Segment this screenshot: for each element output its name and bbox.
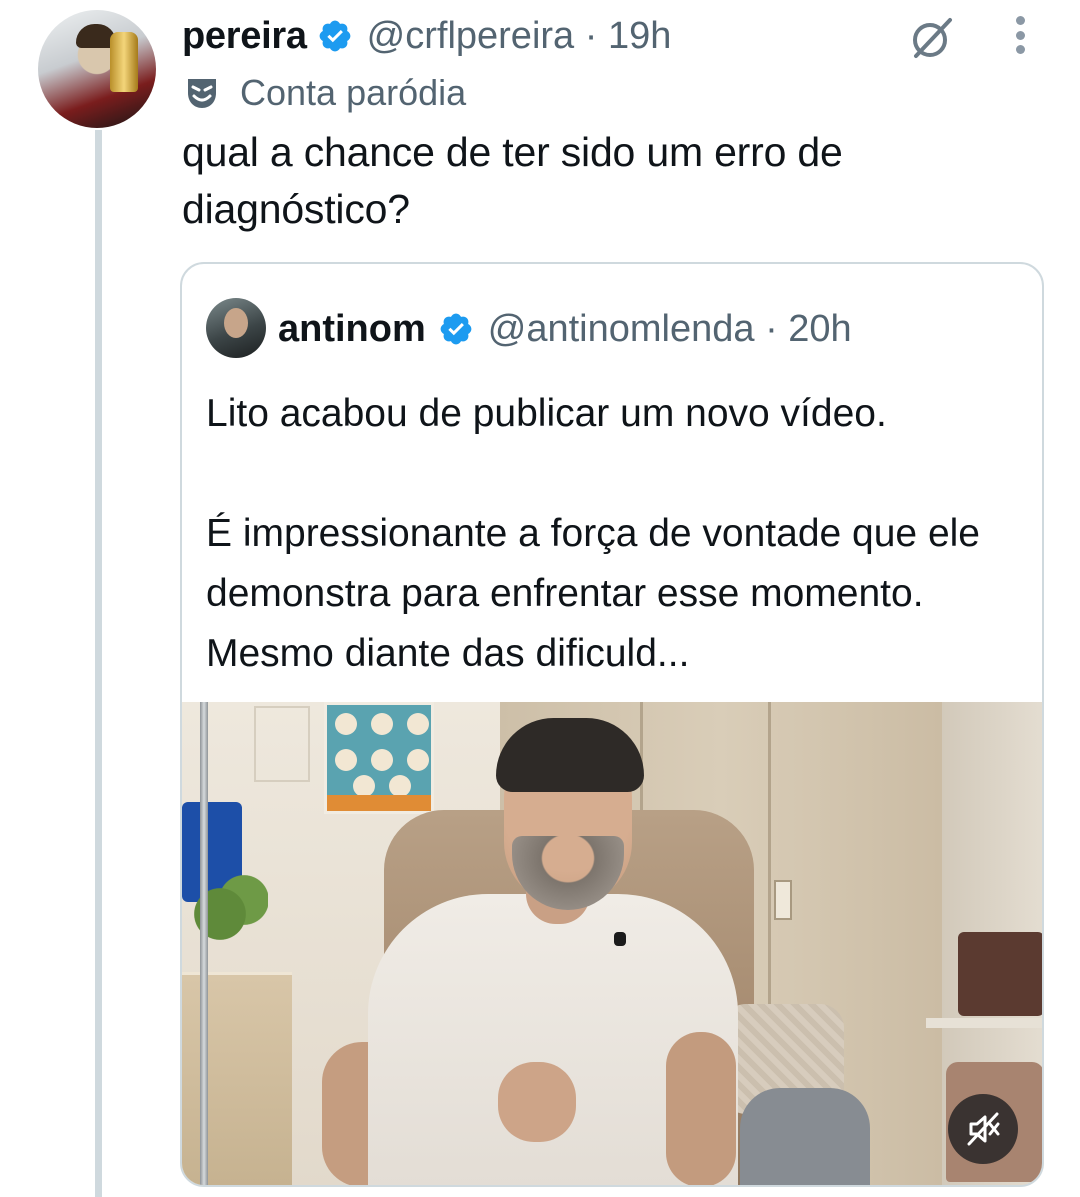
video-side-table xyxy=(182,972,292,1185)
video-bag xyxy=(958,932,1042,1016)
quoted-tweet-text: Lito acabou de publicar um novo vídeo. É… xyxy=(206,392,981,675)
tweet-text: qual a chance de ter sido um erro de dia… xyxy=(182,129,843,232)
author-avatar[interactable] xyxy=(38,10,156,128)
tweet-header: pereira @crflpereira · 19h xyxy=(182,12,671,60)
video-person-hand xyxy=(498,1062,576,1142)
parody-account-label: Conta paródia xyxy=(184,70,466,116)
quoted-author-handle-time[interactable]: @antinomlenda · 20h xyxy=(488,308,852,351)
video-poster xyxy=(324,702,434,814)
author-handle-time[interactable]: @crflpereira · 19h xyxy=(367,15,672,58)
parody-label-text: Conta paródia xyxy=(240,72,467,113)
quoted-avatar-face xyxy=(224,308,248,338)
video-shelf xyxy=(926,1018,1042,1028)
quoted-video[interactable] xyxy=(182,702,1042,1185)
quoted-author-avatar[interactable] xyxy=(206,298,266,358)
more-dot xyxy=(1015,45,1025,54)
quoted-tweet[interactable]: antinom @antinomlenda · 20h Lito acabou … xyxy=(180,262,1044,1187)
muted-speaker-icon xyxy=(967,1112,1000,1146)
video-lapel-mic xyxy=(614,932,626,946)
quoted-tweet-header: antinom @antinomlenda · 20h xyxy=(278,304,852,354)
thread-line xyxy=(95,130,102,1197)
more-dot xyxy=(1015,30,1025,40)
video-iv-pole xyxy=(200,702,208,1185)
avatar-trophy xyxy=(110,32,138,92)
video-person-arm xyxy=(666,1032,736,1185)
video-cabinet-handle xyxy=(774,880,792,920)
parody-mask-icon xyxy=(188,79,216,108)
grok-icon[interactable] xyxy=(908,14,956,62)
mute-toggle-button[interactable] xyxy=(948,1094,1018,1164)
video-blanket xyxy=(740,1088,870,1185)
more-dot xyxy=(1015,16,1025,25)
verified-badge-icon[interactable] xyxy=(438,311,474,347)
verified-badge-icon[interactable] xyxy=(317,18,353,54)
more-options-icon[interactable] xyxy=(1005,14,1035,56)
quoted-author-name[interactable]: antinom xyxy=(278,308,426,351)
video-wall-panel xyxy=(254,706,310,782)
author-name[interactable]: pereira xyxy=(182,15,307,58)
